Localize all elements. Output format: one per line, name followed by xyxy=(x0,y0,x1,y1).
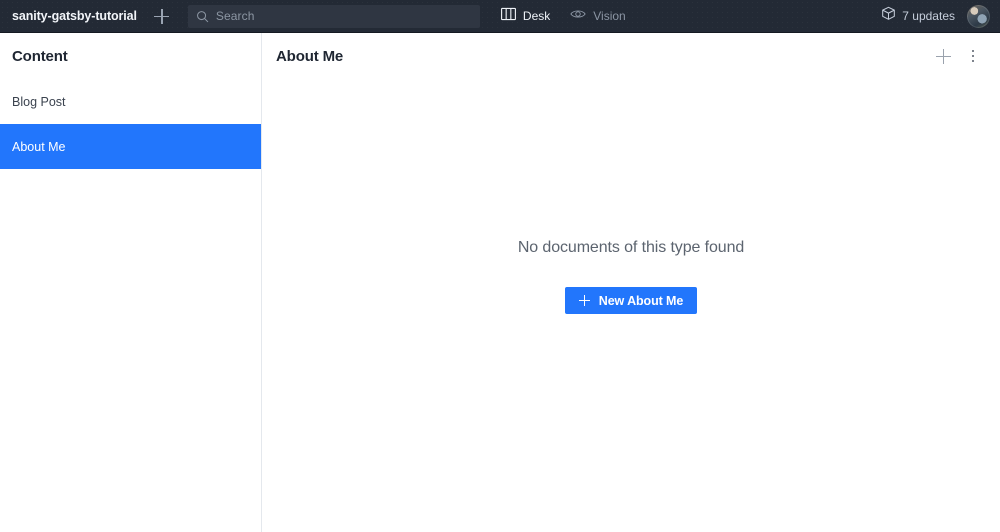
package-icon xyxy=(881,6,896,26)
workspace: Content Blog Post About Me About Me No d… xyxy=(0,33,1000,532)
nav-item-desk[interactable]: Desk xyxy=(493,3,558,30)
sidebar-title: Content xyxy=(12,47,68,65)
plus-icon xyxy=(578,295,590,306)
project-name[interactable]: sanity-gatsby-tutorial xyxy=(0,9,137,23)
content-sidebar-pane: Content Blog Post About Me xyxy=(0,33,262,532)
sidebar-header: Content xyxy=(0,33,261,79)
workspace-nav: Desk Vision xyxy=(493,3,634,30)
empty-state-message: No documents of this type found xyxy=(517,239,745,256)
plus-icon xyxy=(154,8,170,24)
create-new-document-button[interactable] xyxy=(928,41,958,71)
updates-label: 7 updates xyxy=(902,9,955,23)
new-about-me-button[interactable]: New About Me xyxy=(564,287,698,314)
empty-state: No documents of this type found New Abou… xyxy=(262,79,1000,532)
search-placeholder: Search xyxy=(215,9,255,23)
page-title: About Me xyxy=(276,47,344,65)
search-icon xyxy=(196,10,209,23)
eye-icon xyxy=(570,7,586,26)
top-navigation-bar: sanity-gatsby-tutorial Search Desk Visio… xyxy=(0,0,1000,33)
columns-icon xyxy=(500,7,516,26)
sidebar-item-about-me[interactable]: About Me xyxy=(0,124,261,169)
sidebar-item-blog-post[interactable]: Blog Post xyxy=(0,79,261,124)
document-list-pane: About Me No documents of this type found… xyxy=(262,33,1000,532)
plus-icon xyxy=(935,48,951,64)
pane-menu-button[interactable] xyxy=(958,41,988,71)
sidebar-item-label: About Me xyxy=(12,139,66,154)
avatar[interactable] xyxy=(967,4,990,28)
kebab-menu-icon xyxy=(971,49,975,63)
document-type-list: Blog Post About Me xyxy=(0,79,261,169)
add-project-button[interactable] xyxy=(145,0,179,33)
pane-header: About Me xyxy=(262,33,1000,79)
sidebar-item-label: Blog Post xyxy=(12,94,66,109)
search-input[interactable]: Search xyxy=(187,4,480,28)
nav-item-desk-label: Desk xyxy=(522,9,551,23)
updates-button[interactable]: 7 updates xyxy=(875,2,961,30)
nav-item-vision[interactable]: Vision xyxy=(562,3,633,30)
nav-item-vision-label: Vision xyxy=(593,9,626,23)
new-about-me-button-label: New About Me xyxy=(598,293,684,308)
